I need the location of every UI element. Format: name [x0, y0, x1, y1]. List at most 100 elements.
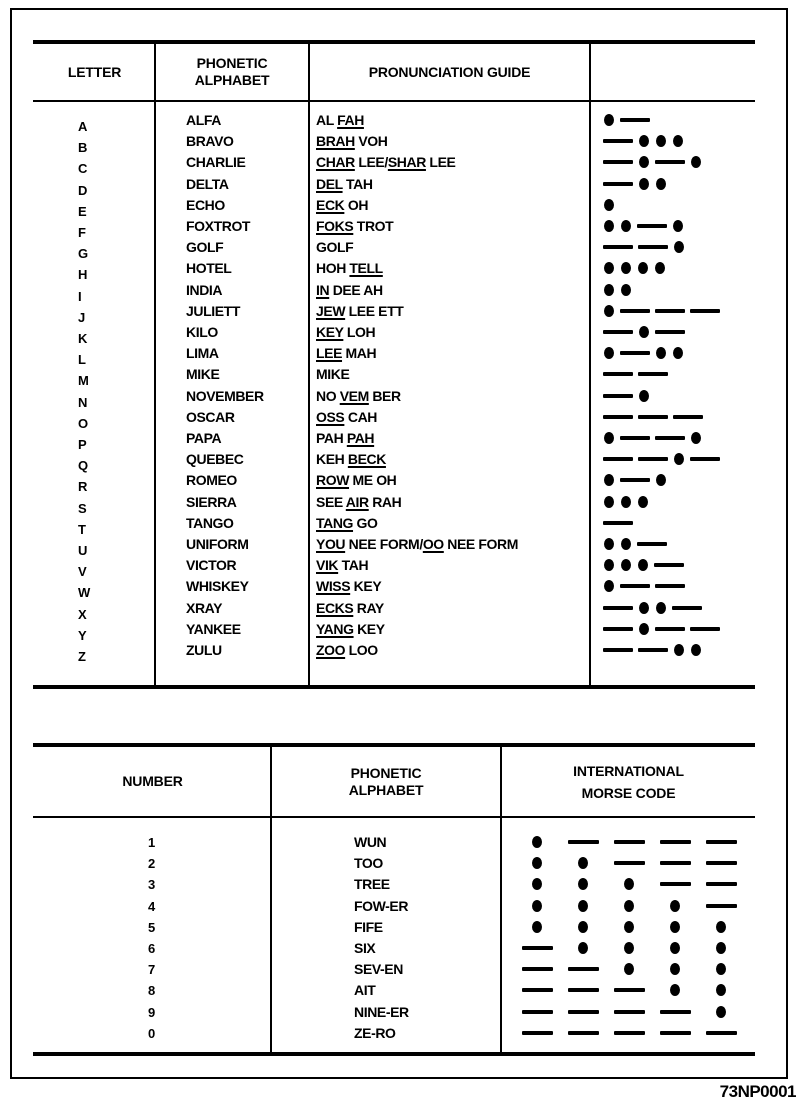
morse-dash-icon: [654, 563, 684, 568]
morse-code-cell: [522, 1023, 752, 1044]
pronunciation-cell: YOU NEE FORM/OO NEE FORM: [316, 534, 518, 555]
morse-dot-icon: [638, 559, 648, 572]
phonetic-cell: MIKE: [186, 366, 220, 383]
stressed-syllable: ECKS: [316, 599, 354, 616]
morse-dot-icon: [656, 601, 666, 614]
pronunciation-cell: BRAH VOH: [316, 131, 388, 152]
morse-dash-icon: [638, 372, 668, 377]
phonetic-cell: NINE-ER: [354, 1003, 409, 1020]
morse-dot-icon: [656, 177, 666, 190]
morse-dot-icon: [604, 432, 614, 444]
morse-dash-icon: [620, 436, 650, 440]
morse-dot-icon: [624, 942, 634, 954]
syllable: NEE FORM/: [345, 536, 424, 552]
stressed-syllable: IN: [316, 281, 330, 298]
morse-dot-icon: [621, 495, 631, 508]
morse-dot-icon: [578, 942, 588, 954]
morse-code-cell: [522, 959, 752, 980]
morse-dot-icon: [673, 347, 683, 360]
syllable: LOH: [343, 324, 376, 340]
letter-cell: A: [78, 119, 87, 134]
morse-dash-icon: [637, 224, 667, 228]
pronunciation-cell: ZOO LOO: [316, 640, 378, 661]
morse-dash-icon: [522, 1009, 553, 1014]
syllable: TAH: [342, 175, 373, 192]
morse-dash-icon: [620, 308, 650, 313]
syllable: LEE ETT: [345, 302, 404, 319]
phonetic-cell: WHISKEY: [186, 578, 249, 595]
letter-cell: C: [78, 161, 87, 177]
morse-dot-icon: [604, 559, 614, 572]
syllable: OH: [344, 196, 369, 213]
stressed-syllable: FAH: [337, 112, 364, 128]
morse-dash-icon: [603, 245, 633, 250]
phonetic-cell: TANGO: [186, 514, 234, 531]
morse-dot-icon: [604, 114, 614, 126]
morse-code-cell: [522, 896, 752, 917]
morse-dash-icon: [706, 903, 737, 908]
morse-dot-icon: [716, 984, 726, 997]
stressed-syllable: ZOO: [316, 642, 346, 658]
header-number: NUMBER: [122, 773, 183, 789]
morse-dash-icon: [655, 308, 685, 313]
morse-dot-icon: [578, 857, 588, 870]
stressed-syllable: ECK: [316, 196, 345, 213]
pronunciation-cell: SEE AIR RAH: [316, 492, 402, 513]
morse-dash-icon: [603, 457, 633, 462]
morse-dot-icon: [639, 622, 649, 635]
morse-dot-icon: [716, 963, 726, 976]
syllable: MAH: [342, 345, 377, 362]
letters-table-bottom-rule: [33, 685, 755, 689]
header-letter: LETTER: [67, 63, 122, 80]
morse-dash-icon: [603, 393, 633, 398]
letter-cell: V: [78, 564, 87, 580]
morse-dash-icon: [568, 1030, 599, 1035]
morse-code-cell: [522, 938, 752, 959]
phonetic-cell: ROMEO: [186, 472, 237, 489]
phonetic-cell: VICTOR: [186, 557, 237, 574]
letter-cell: W: [78, 585, 90, 601]
morse-code-cell: [603, 110, 753, 131]
pronunciation-cell: AL FAH: [316, 110, 364, 131]
syllable: NO: [316, 387, 340, 404]
pronunciation-cell: DEL TAH: [316, 174, 373, 195]
morse-dot-icon: [656, 474, 666, 487]
morse-dot-icon: [604, 474, 614, 487]
phonetic-cell: INDIA: [186, 281, 223, 298]
syllable: RAY: [353, 599, 384, 616]
morse-dot-icon: [655, 262, 665, 275]
morse-dash-icon: [673, 414, 703, 419]
morse-code-cell: [603, 131, 753, 152]
morse-code-cell: [522, 874, 752, 895]
stressed-syllable: SHAR: [387, 154, 426, 171]
morse-dot-icon: [691, 644, 701, 656]
pronunciation-cell: HOH TELL: [316, 258, 383, 279]
syllable: MIKE: [316, 366, 350, 383]
stressed-syllable: VIK: [316, 557, 339, 574]
col-divider: [589, 42, 591, 687]
morse-dot-icon: [604, 198, 614, 211]
morse-dash-icon: [660, 1009, 691, 1014]
header-phonetic-alphabet: PHONETIC ALPHABET: [194, 55, 270, 88]
letter-cell: F: [78, 225, 86, 240]
letter-cell: J: [78, 309, 85, 325]
pronunciation-cell: YANG KEY: [316, 619, 385, 640]
morse-dash-icon: [660, 861, 691, 866]
number-cell: 4: [148, 898, 155, 914]
pronunciation-cell: FOKS TROT: [316, 216, 394, 237]
morse-dash-icon: [706, 840, 737, 844]
morse-dot-icon: [578, 920, 588, 933]
morse-code-cell: [603, 449, 753, 470]
morse-code-cell: [603, 428, 753, 449]
col-divider: [308, 42, 310, 687]
stressed-syllable: TELL: [349, 260, 383, 277]
number-cell: 3: [148, 877, 155, 893]
morse-code-cell: [603, 407, 753, 428]
morse-dot-icon: [604, 283, 614, 296]
morse-dash-icon: [614, 1030, 645, 1035]
morse-dot-icon: [673, 135, 683, 148]
letter-cell: E: [78, 203, 87, 219]
morse-dot-icon: [624, 899, 634, 912]
morse-code-cell: [603, 640, 753, 661]
morse-dash-icon: [522, 1030, 553, 1035]
